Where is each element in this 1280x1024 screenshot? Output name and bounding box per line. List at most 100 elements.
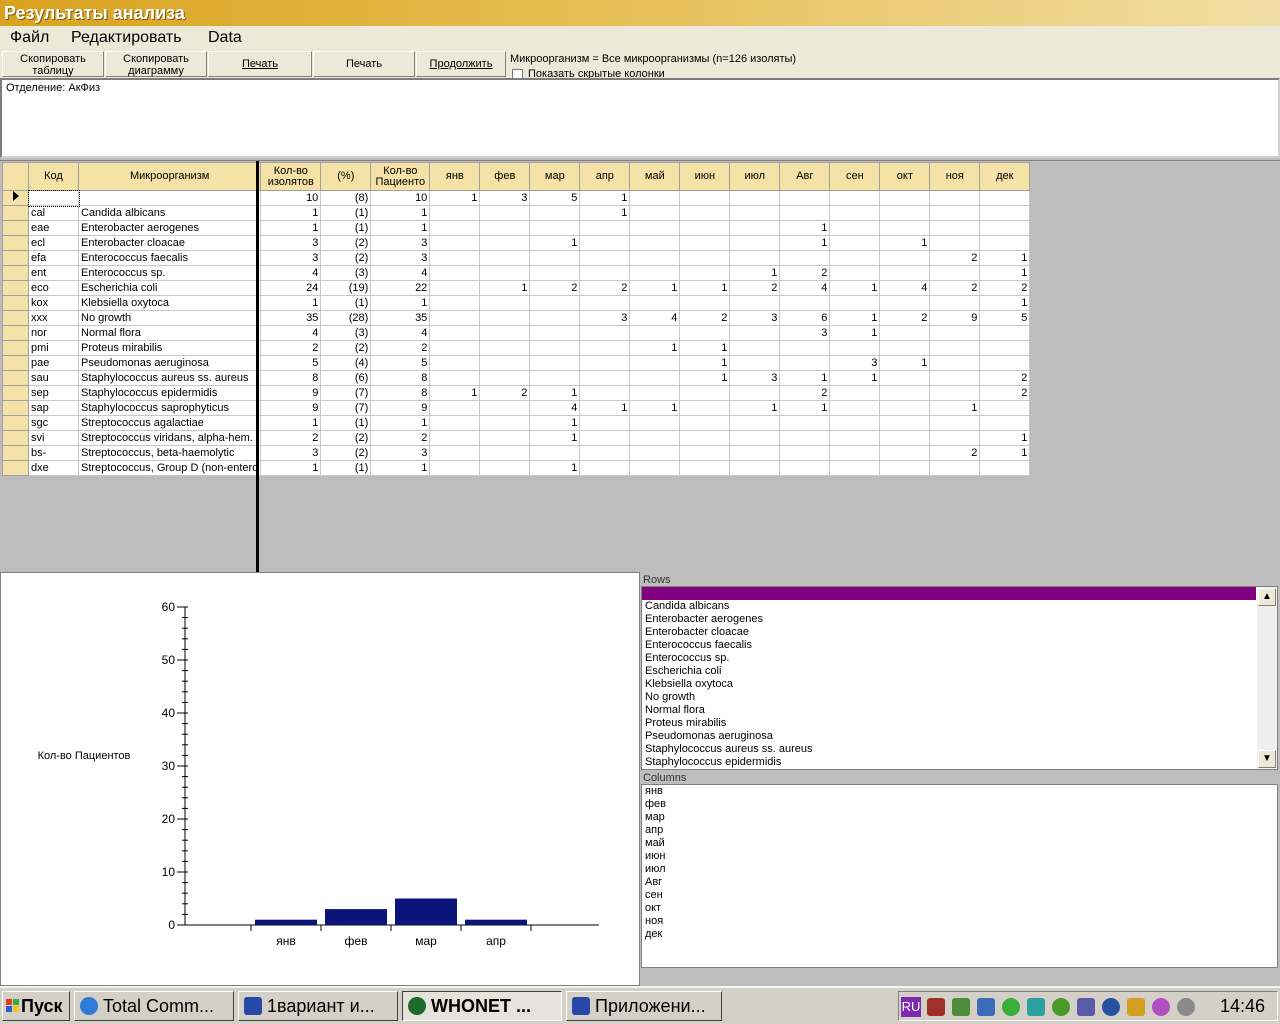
count-cell[interactable]: 9	[370, 400, 431, 416]
count-cell[interactable]: 2	[979, 385, 1031, 401]
table-row[interactable]: svi Streptococcus viridans, alpha-hem. 2 (2…	[2, 430, 1031, 446]
count-cell[interactable]	[479, 220, 531, 236]
count-cell[interactable]: 6	[779, 310, 831, 326]
column-header[interactable]: мар	[529, 162, 581, 191]
column-header[interactable]: янв	[429, 162, 481, 191]
count-cell[interactable]: (1)	[320, 415, 372, 431]
count-cell[interactable]	[829, 385, 881, 401]
row-indicator[interactable]	[2, 415, 29, 431]
list-item[interactable]: Enterobacter aerogenes	[642, 613, 1277, 626]
count-cell[interactable]	[879, 220, 931, 236]
count-cell[interactable]	[679, 325, 731, 341]
row-indicator[interactable]	[2, 340, 29, 356]
list-item[interactable]: Klebsiella oxytoca	[642, 678, 1277, 691]
count-cell[interactable]	[479, 355, 531, 371]
count-cell[interactable]	[479, 205, 531, 221]
count-cell[interactable]: (7)	[320, 400, 372, 416]
count-cell[interactable]: 1	[629, 400, 681, 416]
count-cell[interactable]	[479, 250, 531, 266]
count-cell[interactable]	[929, 385, 981, 401]
count-cell[interactable]	[679, 415, 731, 431]
count-cell[interactable]	[829, 190, 881, 206]
count-cell[interactable]	[429, 355, 481, 371]
count-cell[interactable]: 4	[629, 310, 681, 326]
code-cell[interactable]: cal	[28, 205, 79, 221]
count-cell[interactable]: 1	[629, 340, 681, 356]
table-row[interactable]: sau Staphylococcus aureus ss. aureus 8 (6) 8…	[2, 370, 1031, 386]
count-cell[interactable]	[529, 265, 581, 281]
count-cell[interactable]: 8	[370, 370, 431, 386]
organism-cell[interactable]: Enterobacter aerogenes	[77, 220, 262, 236]
code-cell[interactable]: sau	[28, 370, 79, 386]
count-cell[interactable]	[429, 295, 481, 311]
count-cell[interactable]	[829, 265, 881, 281]
list-item[interactable]: Staphylococcus aureus ss. aureus	[642, 743, 1277, 756]
count-cell[interactable]: 2	[260, 430, 322, 446]
count-cell[interactable]: 2	[929, 445, 981, 461]
count-cell[interactable]: 1	[529, 430, 581, 446]
count-cell[interactable]	[729, 190, 781, 206]
count-cell[interactable]: 1	[979, 295, 1031, 311]
count-cell[interactable]: (19)	[320, 280, 372, 296]
count-cell[interactable]: 2	[879, 310, 931, 326]
count-cell[interactable]	[429, 460, 481, 476]
count-cell[interactable]: 5	[370, 355, 431, 371]
rows-selected-item[interactable]	[642, 587, 1256, 600]
count-cell[interactable]: 1	[429, 190, 481, 206]
table-row[interactable]: sep Staphylococcus epidermidis 9 (7) 8 1 2 1 2 2	[2, 385, 1031, 401]
table-row[interactable]: efa Enterococcus faecalis 3 (2) 3 2 1	[2, 250, 1031, 266]
count-cell[interactable]: 1	[979, 250, 1031, 266]
count-cell[interactable]: (3)	[320, 265, 372, 281]
count-cell[interactable]	[529, 445, 581, 461]
code-cell[interactable]: xxx	[28, 310, 79, 326]
count-cell[interactable]	[979, 415, 1031, 431]
count-cell[interactable]	[729, 385, 781, 401]
count-cell[interactable]	[429, 250, 481, 266]
count-cell[interactable]	[779, 340, 831, 356]
count-cell[interactable]	[629, 190, 681, 206]
count-cell[interactable]	[529, 250, 581, 266]
rows-listbox[interactable]: Candida albicans Enterobacter aerogenes En…	[641, 586, 1278, 770]
row-indicator[interactable]	[2, 355, 29, 371]
count-cell[interactable]	[979, 355, 1031, 371]
count-cell[interactable]	[429, 205, 481, 221]
count-cell[interactable]: 3	[579, 310, 631, 326]
row-indicator[interactable]	[2, 400, 29, 416]
count-cell[interactable]	[579, 325, 631, 341]
count-cell[interactable]	[879, 430, 931, 446]
code-cell[interactable]: sep	[28, 385, 79, 401]
row-indicator[interactable]	[2, 310, 29, 326]
count-cell[interactable]	[579, 235, 631, 251]
count-cell[interactable]	[729, 460, 781, 476]
tray-volume-icon[interactable]	[1177, 998, 1195, 1016]
count-cell[interactable]	[829, 445, 881, 461]
tray-monitor-icon[interactable]	[1077, 998, 1095, 1016]
code-cell[interactable]	[27, 189, 80, 207]
organism-cell[interactable]: Normal flora	[77, 325, 262, 341]
code-cell[interactable]: eco	[28, 280, 79, 296]
count-cell[interactable]	[579, 355, 631, 371]
count-cell[interactable]	[529, 370, 581, 386]
list-item[interactable]: Proteus mirabilis	[642, 717, 1277, 730]
column-header[interactable]: (%)	[320, 162, 372, 191]
count-cell[interactable]	[579, 295, 631, 311]
count-cell[interactable]: 1	[370, 415, 431, 431]
count-cell[interactable]: 1	[529, 415, 581, 431]
list-item[interactable]: Авг	[642, 876, 1277, 889]
count-cell[interactable]: 1	[879, 235, 931, 251]
task-whonet[interactable]: WHONET ...	[402, 991, 562, 1021]
task-word-document-1[interactable]: 1вариант и...	[238, 991, 398, 1021]
table-row[interactable]: sgc Streptococcus agalactiae 1 (1) 1 1	[2, 415, 1031, 431]
count-cell[interactable]	[579, 220, 631, 236]
row-indicator[interactable]	[2, 385, 29, 401]
count-cell[interactable]	[829, 340, 881, 356]
count-cell[interactable]: 8	[370, 385, 431, 401]
count-cell[interactable]	[429, 310, 481, 326]
count-cell[interactable]	[679, 385, 731, 401]
count-cell[interactable]: 4	[370, 325, 431, 341]
count-cell[interactable]	[629, 250, 681, 266]
count-cell[interactable]: 9	[929, 310, 981, 326]
count-cell[interactable]	[629, 220, 681, 236]
list-item[interactable]: май	[642, 837, 1277, 850]
print-preview-button[interactable]: Печать	[313, 51, 415, 77]
